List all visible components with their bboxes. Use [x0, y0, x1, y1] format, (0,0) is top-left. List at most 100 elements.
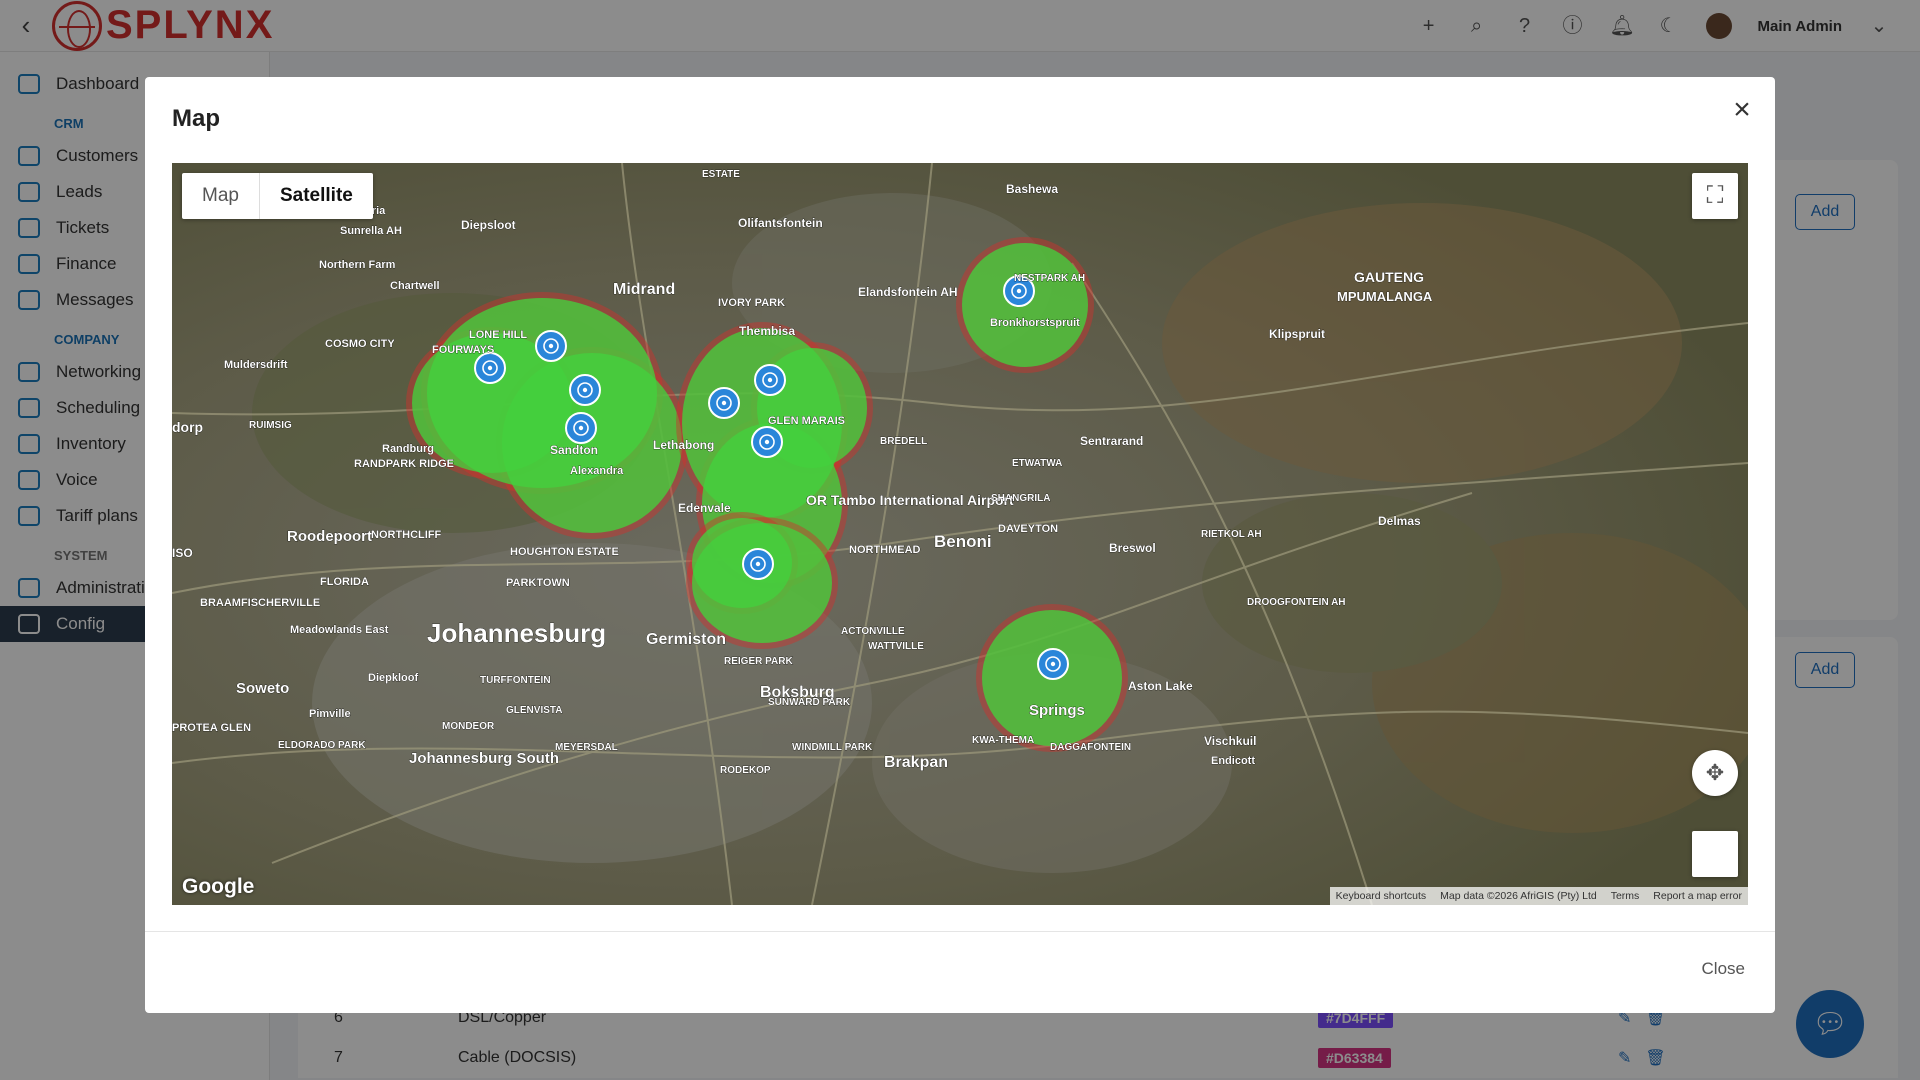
place-label-klipspruit: Klipspruit [1269, 327, 1325, 341]
place-label-northern-farm: Northern Farm [319, 259, 396, 271]
terms-link[interactable]: Terms [1611, 890, 1640, 902]
place-label-turffontein: TURFFONTEIN [480, 675, 551, 686]
place-label-bashewa: Bashewa [1006, 182, 1058, 196]
place-label-soweto: Soweto [236, 680, 289, 697]
place-label-ruimsig: RUIMSIG [249, 420, 292, 431]
place-label-thembisa: Thembisa [739, 324, 795, 338]
place-label-johannesburg-south: Johannesburg South [409, 750, 559, 767]
place-label-nestpark-ah: NESTPARK AH [1014, 273, 1085, 284]
tower-pin-icon[interactable] [569, 374, 601, 406]
place-label-aston-lake: Aston Lake [1128, 679, 1193, 693]
place-label-benoni: Benoni [934, 532, 992, 551]
camera-control-icon[interactable]: ✥ [1692, 750, 1738, 796]
place-label-windmill-park: WINDMILL PARK [792, 742, 873, 753]
place-label-kempton-estate: ESTATE [702, 169, 740, 180]
place-label-lone-hill: LONE HILL [469, 329, 527, 341]
place-label-bredell: BREDELL [880, 436, 927, 447]
place-label-johannesburg: Johannesburg [427, 618, 606, 648]
place-label-droogfontein-ah: DROOGFONTEIN AH [1247, 597, 1346, 608]
place-label-edenvale: Edenvale [678, 501, 731, 515]
place-label-brakpan: Brakpan [884, 754, 948, 771]
place-label-protea-glen: PROTEA GLEN [172, 722, 251, 734]
map-type-control: Map Satellite [182, 173, 373, 219]
tower-pin-icon[interactable] [474, 352, 506, 384]
place-label-diepkloof: Diepkloof [368, 672, 418, 684]
close-icon[interactable]: × [1727, 95, 1757, 125]
tower-pin-icon[interactable] [742, 548, 774, 580]
place-label-fourways: FOURWAYS [432, 344, 494, 356]
place-label-daveyton: DAVEYTON [998, 523, 1058, 535]
place-label-braamfischerville: BRAAMFISCHERVILLE [200, 597, 320, 609]
fullscreen-icon[interactable]: ⛶ [1692, 173, 1738, 219]
map-view[interactable]: Johannesburg Johannesburg South Germiston B… [172, 163, 1748, 905]
place-label-northcliff: NORTHCLIFF [371, 529, 442, 541]
modal-footer-divider [145, 931, 1775, 932]
place-label-sunward-park: SUNWARD PARK [768, 697, 851, 708]
map-data-text: Map data ©2026 AfriGIS (Pty) Ltd [1440, 890, 1597, 902]
zone-springs[interactable] [976, 604, 1128, 752]
tower-pin-icon[interactable] [565, 412, 597, 444]
place-label-germiston: Germiston [646, 631, 726, 648]
place-label-alexandra: Alexandra [570, 465, 624, 477]
place-label-reiger-park: REIGER PARK [724, 656, 793, 667]
place-label-randburg: Randburg [382, 443, 434, 455]
place-label-eldorado-park: ELDORADO PARK [278, 740, 366, 751]
place-label-elandsfontein-ah: Elandsfontein AH [858, 285, 958, 299]
place-label-mondeor: MONDEOR [442, 721, 495, 732]
tower-pin-icon[interactable] [754, 364, 786, 396]
place-label-cosmo-city: COSMO CITY [325, 338, 395, 350]
place-label-roodepoort: Roodepoort [287, 528, 372, 545]
place-label-delmas: Delmas [1378, 514, 1421, 528]
place-label-glenvista: GLENVISTA [506, 705, 562, 716]
map-type-satellite-button[interactable]: Satellite [258, 173, 373, 219]
keyboard-shortcuts-link[interactable]: Keyboard shortcuts [1336, 890, 1426, 902]
tower-pin-icon[interactable] [535, 330, 567, 362]
modal-title: Map [172, 105, 220, 132]
place-label-houghton-estate: HOUGHTON ESTATE [510, 546, 619, 558]
place-label-florida: FLORIDA [320, 576, 369, 588]
place-label-lethabong: Lethabong [653, 438, 714, 452]
place-label-diepsloot: Diepsloot [461, 218, 516, 232]
place-label-parktown: PARKTOWN [506, 577, 570, 589]
place-label-meyersdal: MEYERSDAL [555, 742, 618, 753]
place-label-meadowlands-east: Meadowlands East [290, 624, 389, 636]
place-label-breswol: Breswol [1109, 541, 1156, 555]
report-error-link[interactable]: Report a map error [1653, 890, 1742, 902]
place-label-glen-marais: GLEN MARAIS [768, 415, 845, 427]
place-label-muldersdrift: Muldersdrift [224, 359, 288, 371]
place-label-mpumalanga: MPUMALANGA [1337, 289, 1433, 304]
place-label-etwatwa: ETWATWA [1012, 458, 1062, 469]
place-label-daggafontein: DAGGAFONTEIN [1050, 742, 1131, 753]
coverage-area [692, 518, 792, 608]
place-label-northmead: NORTHMEAD [849, 544, 921, 556]
place-label-rietkol-ah: RIETKOL AH [1201, 529, 1262, 540]
place-label-sandton: Sandton [550, 443, 598, 457]
place-label-airport: OR Tambo International Airport [806, 492, 1014, 508]
place-label-kwa-thema: KWA-THEMA [972, 735, 1034, 746]
map-modal: Map × Johannesburg Johannesburg South Ge… [145, 77, 1775, 1013]
google-logo: Google [182, 875, 255, 898]
place-label-iso: ISO [172, 546, 193, 560]
place-label-vischkuil: Vischkuil [1204, 734, 1256, 748]
place-label-randpark-ridge: RANDPARK RIDGE [354, 458, 454, 470]
place-label-midrand: Midrand [613, 281, 675, 298]
place-label-wattville: WATTVILLE [868, 641, 924, 652]
zone-bronkhorstspruit[interactable] [956, 237, 1094, 373]
place-label-chartwell: Chartwell [390, 280, 440, 292]
tower-pin-icon[interactable] [1037, 648, 1069, 680]
close-button[interactable]: Close [1702, 959, 1745, 979]
place-label-olifantsfontein: Olifantsfontein [738, 216, 823, 230]
place-label-bronkhorstspruit: Bronkhorstspruit [990, 317, 1080, 329]
tower-pin-icon[interactable] [751, 426, 783, 458]
satellite-map[interactable]: Johannesburg Johannesburg South Germiston B… [172, 163, 1748, 905]
place-label-rodekop: RODEKOP [720, 765, 771, 776]
map-attribution: Keyboard shortcuts Map data ©2026 AfriGI… [1329, 887, 1748, 905]
place-label-endicott: Endicott [1211, 755, 1255, 767]
place-label-actonville: ACTONVILLE [841, 626, 905, 637]
place-label-dorp: dorp [172, 419, 203, 435]
place-label-sentrarand: Sentrarand [1080, 434, 1143, 448]
map-type-map-button[interactable]: Map [182, 173, 259, 219]
pegman-icon[interactable] [1692, 831, 1738, 877]
place-label-springs: Springs [1029, 702, 1085, 719]
tower-pin-icon[interactable] [708, 387, 740, 419]
